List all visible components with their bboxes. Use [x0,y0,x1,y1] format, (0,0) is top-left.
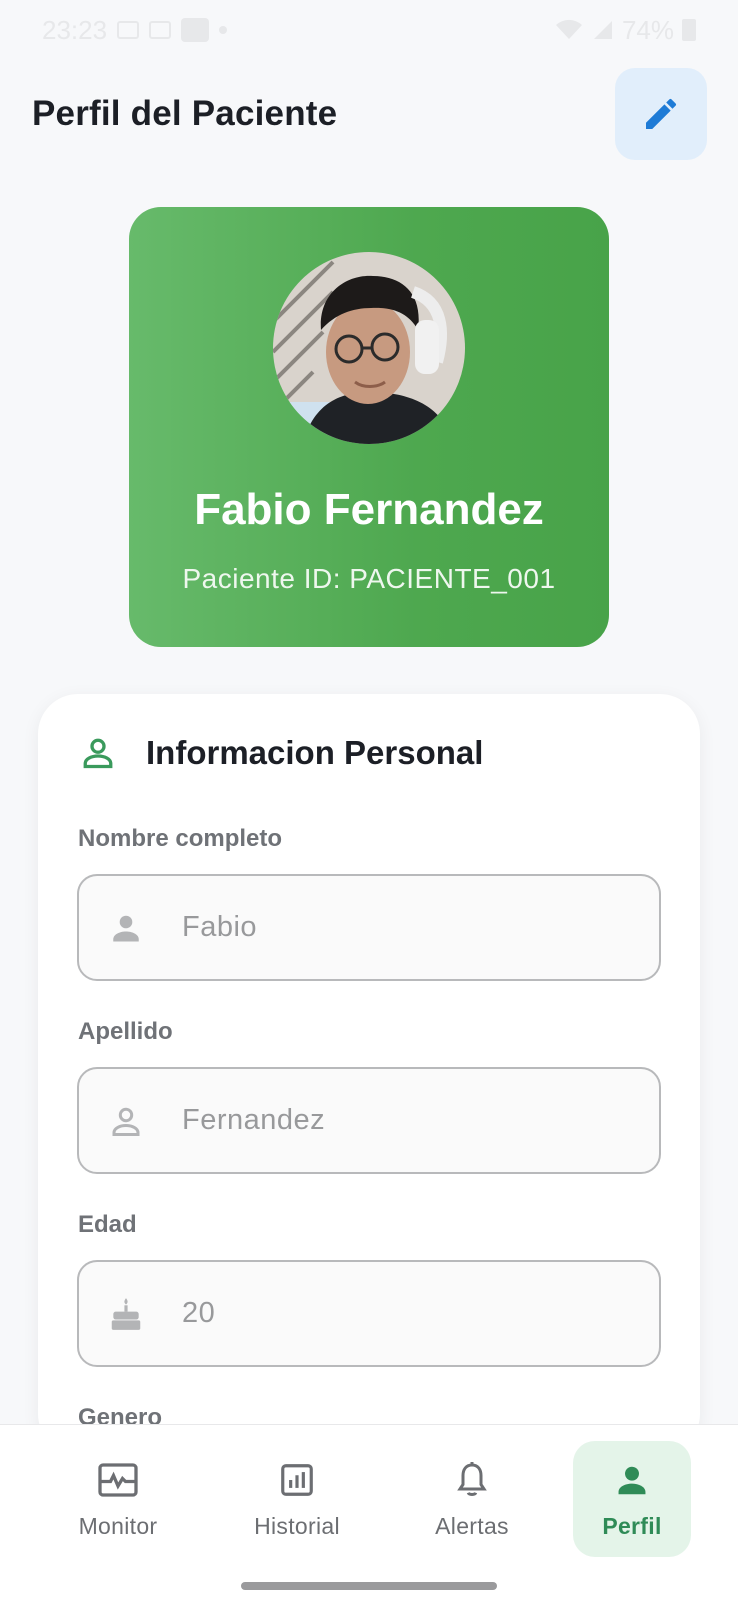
last-name-label: Apellido [78,1018,173,1045]
app-notification-icon [181,18,210,42]
status-bar: 23:23 74% [0,0,738,60]
edit-button[interactable] [615,68,707,160]
age-label: Edad [78,1211,137,1238]
personal-info-card: Informacion Personal Nombre completo Fab… [38,694,700,1454]
dot-notification-icon [219,26,228,34]
status-right: 74% [554,15,696,46]
status-left: 23:23 [42,14,228,46]
person-icon [106,908,146,948]
section-header: Informacion Personal [80,734,483,772]
section-title: Informacion Personal [146,734,484,771]
person-icon [611,1459,653,1501]
nav-monitor-label: Monitor [78,1512,158,1539]
nav-monitor[interactable]: Monitor [59,1441,177,1557]
profile-name: Fabio Fernandez [194,485,544,534]
cloud-notification-icon [149,21,172,39]
last-name-value: Fernandez [182,1104,326,1136]
image-notification-icon [117,21,140,39]
bell-icon [451,1459,493,1501]
pencil-icon [646,98,677,129]
home-indicator[interactable] [241,1582,497,1590]
bottom-nav: Monitor Historial Alertas Perfil [0,1424,738,1600]
nav-alertas[interactable]: Alertas [413,1441,531,1557]
first-name-field[interactable]: Fabio [77,874,661,981]
person-outline-icon [83,738,113,769]
cake-icon [106,1294,146,1334]
first-name-value: Fabio [182,911,258,943]
age-field[interactable]: 20 [77,1260,661,1367]
nav-historial-label: Historial [254,1512,340,1539]
status-time: 23:23 [42,14,108,45]
app-header: Perfil del Paciente [0,66,738,160]
last-name-field[interactable]: Fernandez [77,1067,661,1174]
battery-icon [682,19,696,41]
page-title: Perfil del Paciente [32,94,338,133]
avatar-photo [273,252,465,444]
nav-alertas-label: Alertas [435,1512,509,1539]
avatar [273,252,465,444]
profile-card: Fabio Fernandez Paciente ID: PACIENTE_00… [129,207,609,647]
battery-percent: 74% [621,14,674,45]
age-value: 20 [182,1297,216,1329]
nav-perfil-label: Perfil [602,1512,662,1539]
bar-chart-icon [276,1459,318,1501]
nav-historial[interactable]: Historial [238,1441,356,1557]
first-name-label: Nombre completo [78,825,283,852]
wifi-icon [555,19,582,39]
nav-perfil[interactable]: Perfil [573,1441,691,1557]
patient-id: Paciente ID: PACIENTE_001 [182,563,556,594]
person-outline-icon [106,1101,146,1141]
signal-icon [593,21,612,39]
heart-monitor-icon [97,1459,139,1501]
